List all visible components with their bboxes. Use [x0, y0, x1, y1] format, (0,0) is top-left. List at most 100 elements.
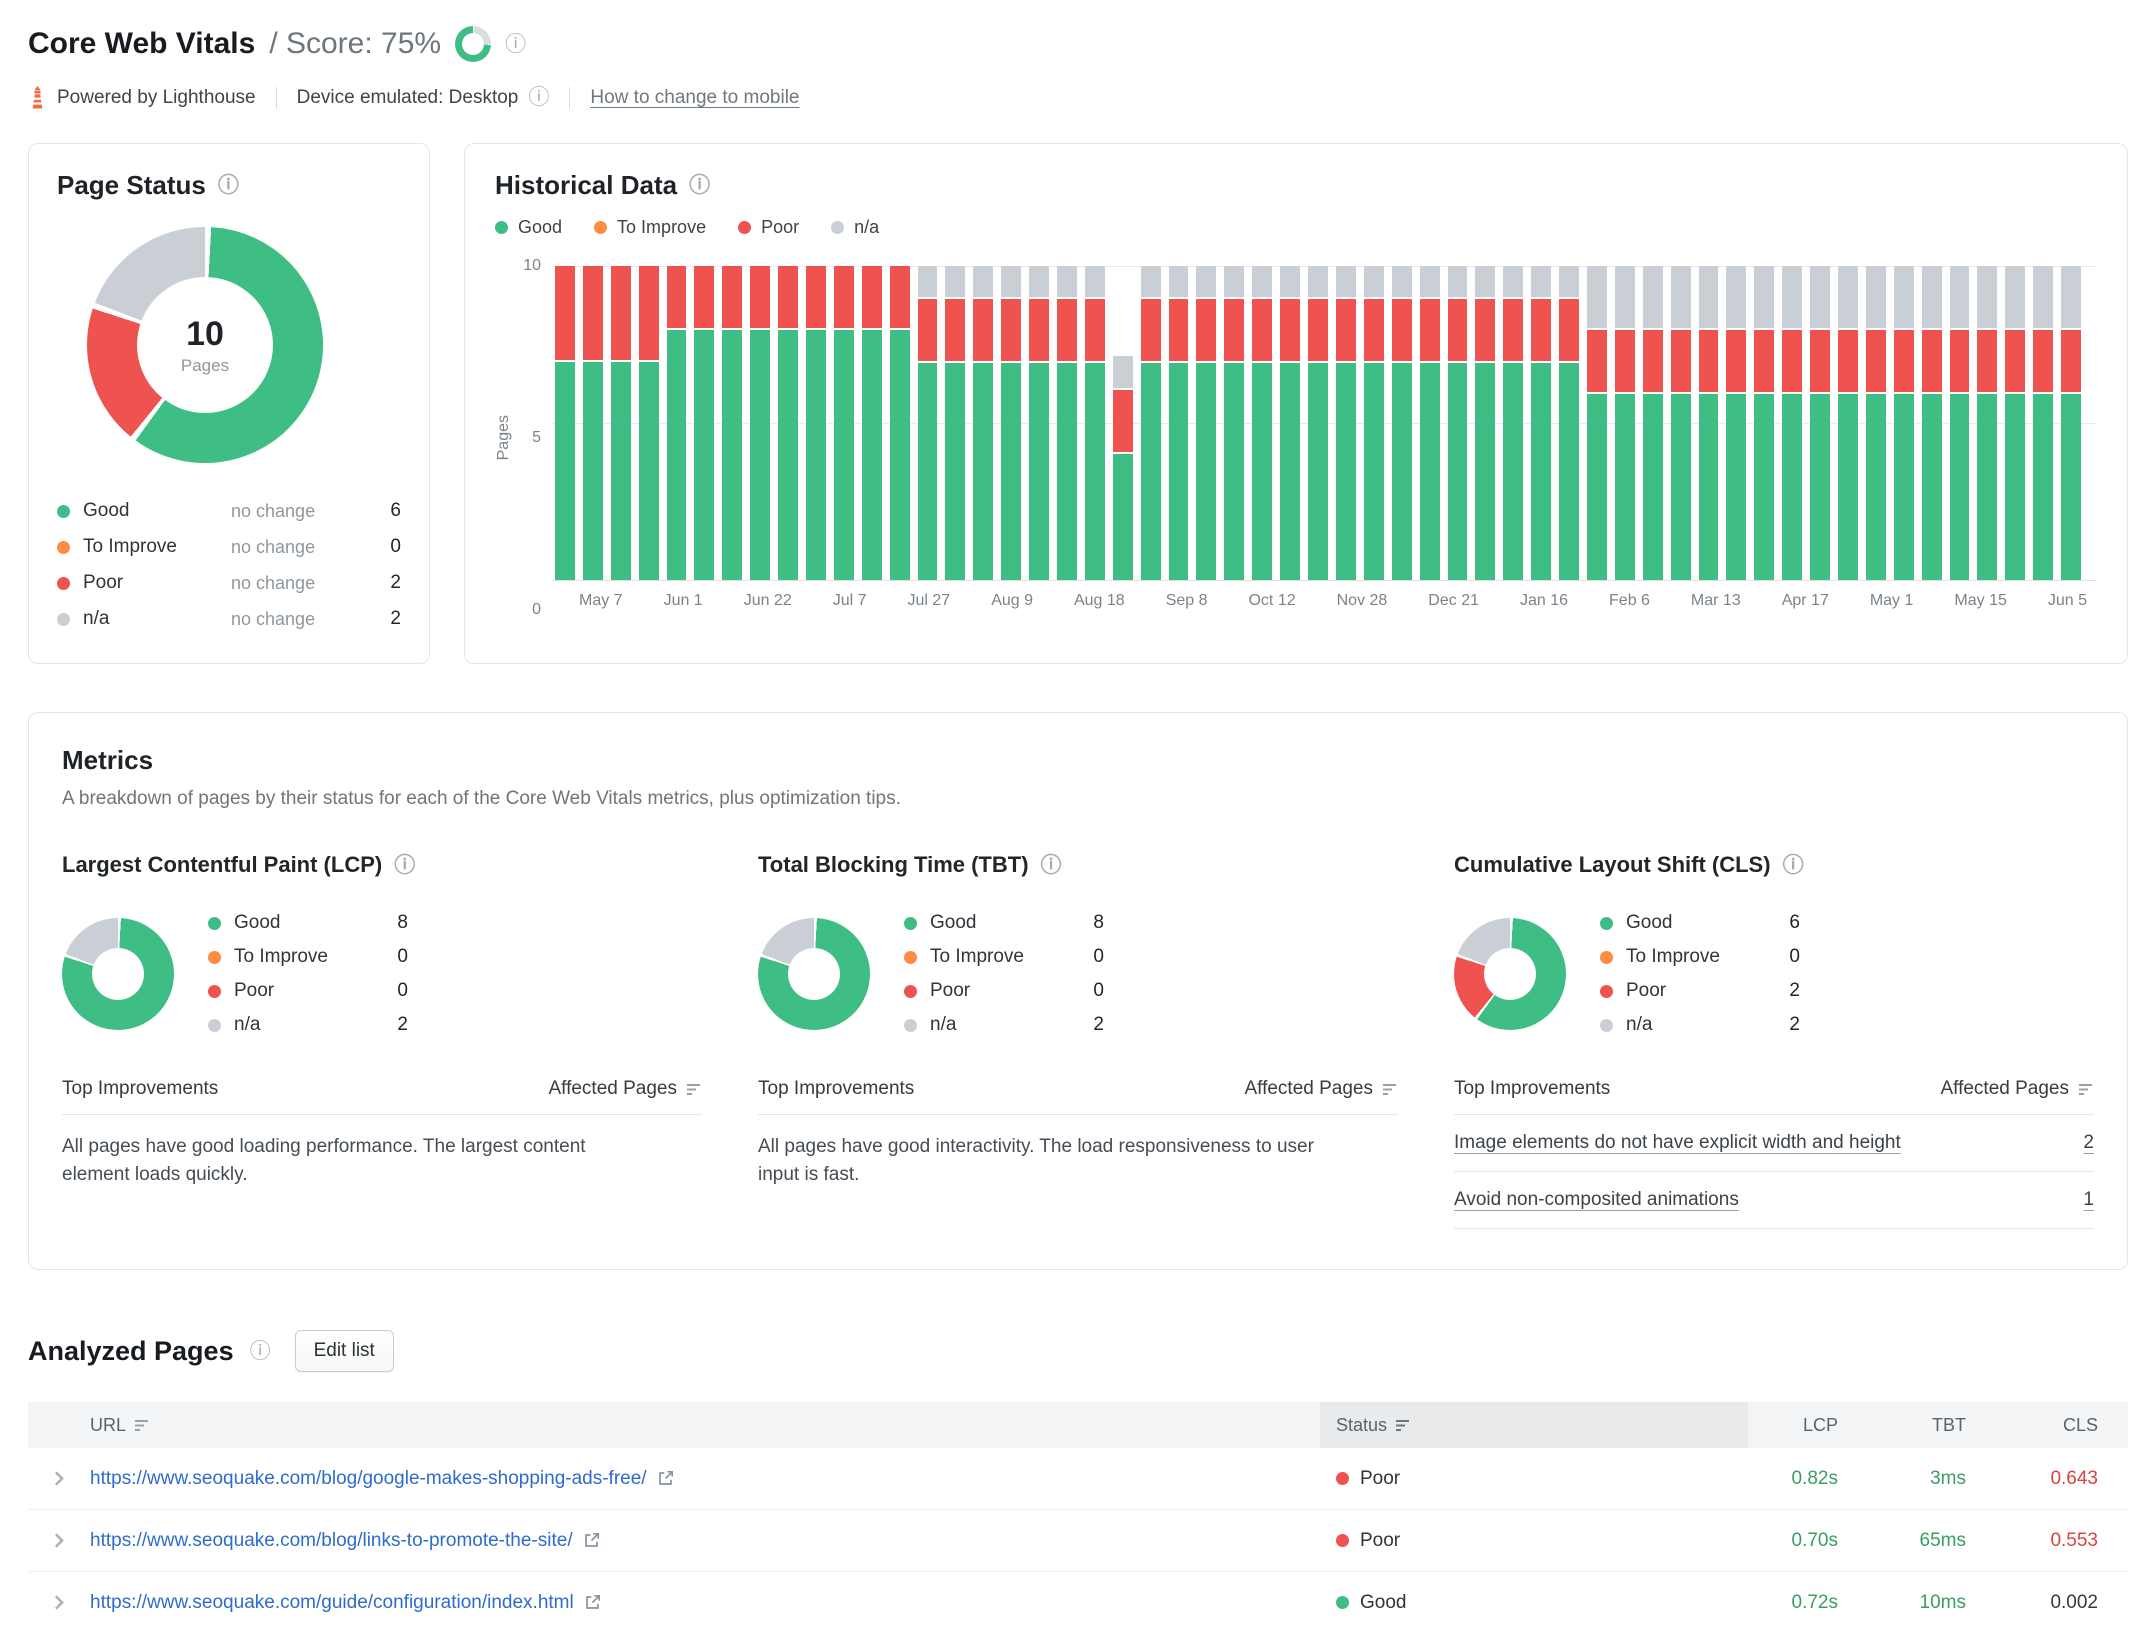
- bar: [1698, 266, 1719, 580]
- bar-segment-good: [1112, 454, 1133, 580]
- external-link-icon[interactable]: [657, 1470, 674, 1487]
- bar-segment-poor: [1698, 330, 1719, 392]
- bar-segment-good: [1726, 394, 1747, 580]
- x-tick-label: Sep 8: [1165, 592, 1208, 609]
- legend-row-to-improve: To Improve 0: [904, 940, 1104, 974]
- poor-dot: [208, 984, 221, 998]
- lcp-column-header[interactable]: LCP: [1748, 1402, 1868, 1448]
- info-icon[interactable]: [250, 1341, 271, 1362]
- cls-column-header[interactable]: CLS: [1996, 1402, 2128, 1448]
- bar-segment-na: [1308, 266, 1328, 297]
- improvement-count[interactable]: 1: [2083, 1189, 2094, 1211]
- external-link-icon[interactable]: [584, 1594, 601, 1611]
- legend-item-na[interactable]: n/a: [831, 217, 879, 238]
- affected-pages-sort[interactable]: Affected Pages: [1244, 1078, 1398, 1100]
- status-dot: [1336, 1596, 1349, 1609]
- y-tick-label: 5: [532, 429, 541, 446]
- row-expand-chevron[interactable]: [28, 1595, 90, 1610]
- info-icon[interactable]: [528, 87, 549, 108]
- bar-segment-poor: [1084, 299, 1105, 361]
- info-icon[interactable]: [394, 855, 415, 876]
- sort-icon: [2079, 1083, 2092, 1095]
- info-icon[interactable]: [218, 175, 239, 196]
- legend-value: 2: [1093, 1014, 1104, 1035]
- legend-item-good[interactable]: Good: [495, 217, 562, 238]
- info-icon[interactable]: [689, 175, 710, 196]
- bar: [1363, 266, 1384, 580]
- legend-item-to-improve[interactable]: To Improve: [594, 217, 706, 238]
- status-label: Poor: [1360, 1467, 1401, 1489]
- bar: [917, 266, 938, 580]
- bar-segment-good: [1308, 363, 1328, 580]
- bar: [1642, 266, 1663, 580]
- url-column-header[interactable]: URL: [90, 1402, 1320, 1448]
- to-improve-dot: [1600, 950, 1613, 964]
- info-icon[interactable]: [505, 34, 526, 55]
- external-link-icon[interactable]: [583, 1532, 600, 1549]
- bar-segment-poor: [694, 266, 715, 329]
- bar-segment-poor: [1837, 330, 1858, 392]
- tbt-note: All pages have good interactivity. The l…: [758, 1136, 1314, 1185]
- bar: [2033, 266, 2054, 580]
- edit-list-button[interactable]: Edit list: [294, 1330, 394, 1372]
- bar-segment-good: [1782, 394, 1803, 580]
- tbt-title: Total Blocking Time (TBT): [758, 852, 1029, 877]
- info-icon[interactable]: [1041, 855, 1062, 876]
- legend-row-to-improve: To Improve 0: [208, 940, 408, 974]
- bar-segment-poor: [1196, 299, 1217, 361]
- bar-segment-poor: [1670, 330, 1691, 392]
- row-expand-chevron[interactable]: [28, 1533, 90, 1548]
- tbt-column-header[interactable]: TBT: [1868, 1402, 1996, 1448]
- bar-segment-na: [1447, 266, 1468, 297]
- bar-segment-good: [1196, 363, 1217, 580]
- page-url-link[interactable]: https://www.seoquake.com/blog/links-to-p…: [90, 1530, 573, 1552]
- improvement-link[interactable]: Avoid non-composited animations: [1454, 1189, 1739, 1211]
- bar: [610, 266, 631, 580]
- tbt-value: 10ms: [1919, 1591, 1966, 1613]
- powered-by-label: Powered by Lighthouse: [57, 86, 256, 108]
- bar-segment-poor: [1614, 330, 1635, 392]
- info-icon[interactable]: [1783, 855, 1804, 876]
- metric-column-tbt: Total Blocking Time (TBT) Good 8 To Impr…: [758, 852, 1398, 1229]
- legend-label: n/a: [930, 1014, 957, 1035]
- bar: [1335, 266, 1356, 580]
- improvement-link[interactable]: Image elements do not have explicit widt…: [1454, 1132, 1901, 1154]
- legend-label: To Improve: [617, 217, 707, 237]
- y-axis: 10 5 0: [517, 257, 551, 618]
- status-label: Good: [1360, 1591, 1407, 1613]
- bar-segment-na: [1224, 266, 1245, 297]
- bar: [1837, 266, 1858, 580]
- improvement-count[interactable]: 2: [2083, 1132, 2094, 1154]
- gridline: [551, 580, 2097, 581]
- legend-item-poor[interactable]: Poor: [738, 217, 799, 238]
- affected-pages-label: Affected Pages: [1940, 1078, 2069, 1099]
- bar-segment-na: [1837, 266, 1858, 328]
- legend-value: 0: [390, 536, 401, 557]
- legend-change: no change: [231, 572, 316, 593]
- sort-icon: [135, 1419, 149, 1431]
- legend-row-poor: Poor 2: [1600, 974, 1800, 1008]
- page-url-link[interactable]: https://www.seoquake.com/blog/google-mak…: [90, 1468, 647, 1490]
- bar: [1001, 266, 1022, 580]
- affected-pages-sort[interactable]: Affected Pages: [1940, 1078, 2094, 1100]
- row-expand-chevron[interactable]: [28, 1471, 90, 1486]
- divider: [569, 86, 571, 109]
- legend-label: Poor: [83, 572, 124, 593]
- change-to-mobile-link[interactable]: How to change to mobile: [590, 87, 799, 109]
- bar-segment-poor: [1001, 299, 1022, 361]
- x-tick-label: Jun 1: [663, 592, 703, 609]
- page-url-link[interactable]: https://www.seoquake.com/guide/configura…: [90, 1592, 574, 1614]
- bar-segment-poor: [1419, 299, 1440, 361]
- bar-segment-na: [1754, 266, 1775, 328]
- bar-segment-poor: [1977, 330, 1998, 392]
- x-tick-label: May 1: [1869, 592, 1914, 609]
- legend-value: 2: [390, 572, 401, 593]
- improvement-row: Avoid non-composited animations 1: [1454, 1172, 2094, 1229]
- legend-label: Good: [234, 912, 281, 933]
- bar-segment-good: [1252, 363, 1273, 580]
- bar: [945, 266, 966, 580]
- status-column-header[interactable]: Status: [1320, 1402, 1748, 1448]
- bar-segment-na: [1503, 266, 1524, 297]
- expand-column-header: [28, 1402, 90, 1448]
- affected-pages-sort[interactable]: Affected Pages: [548, 1078, 702, 1100]
